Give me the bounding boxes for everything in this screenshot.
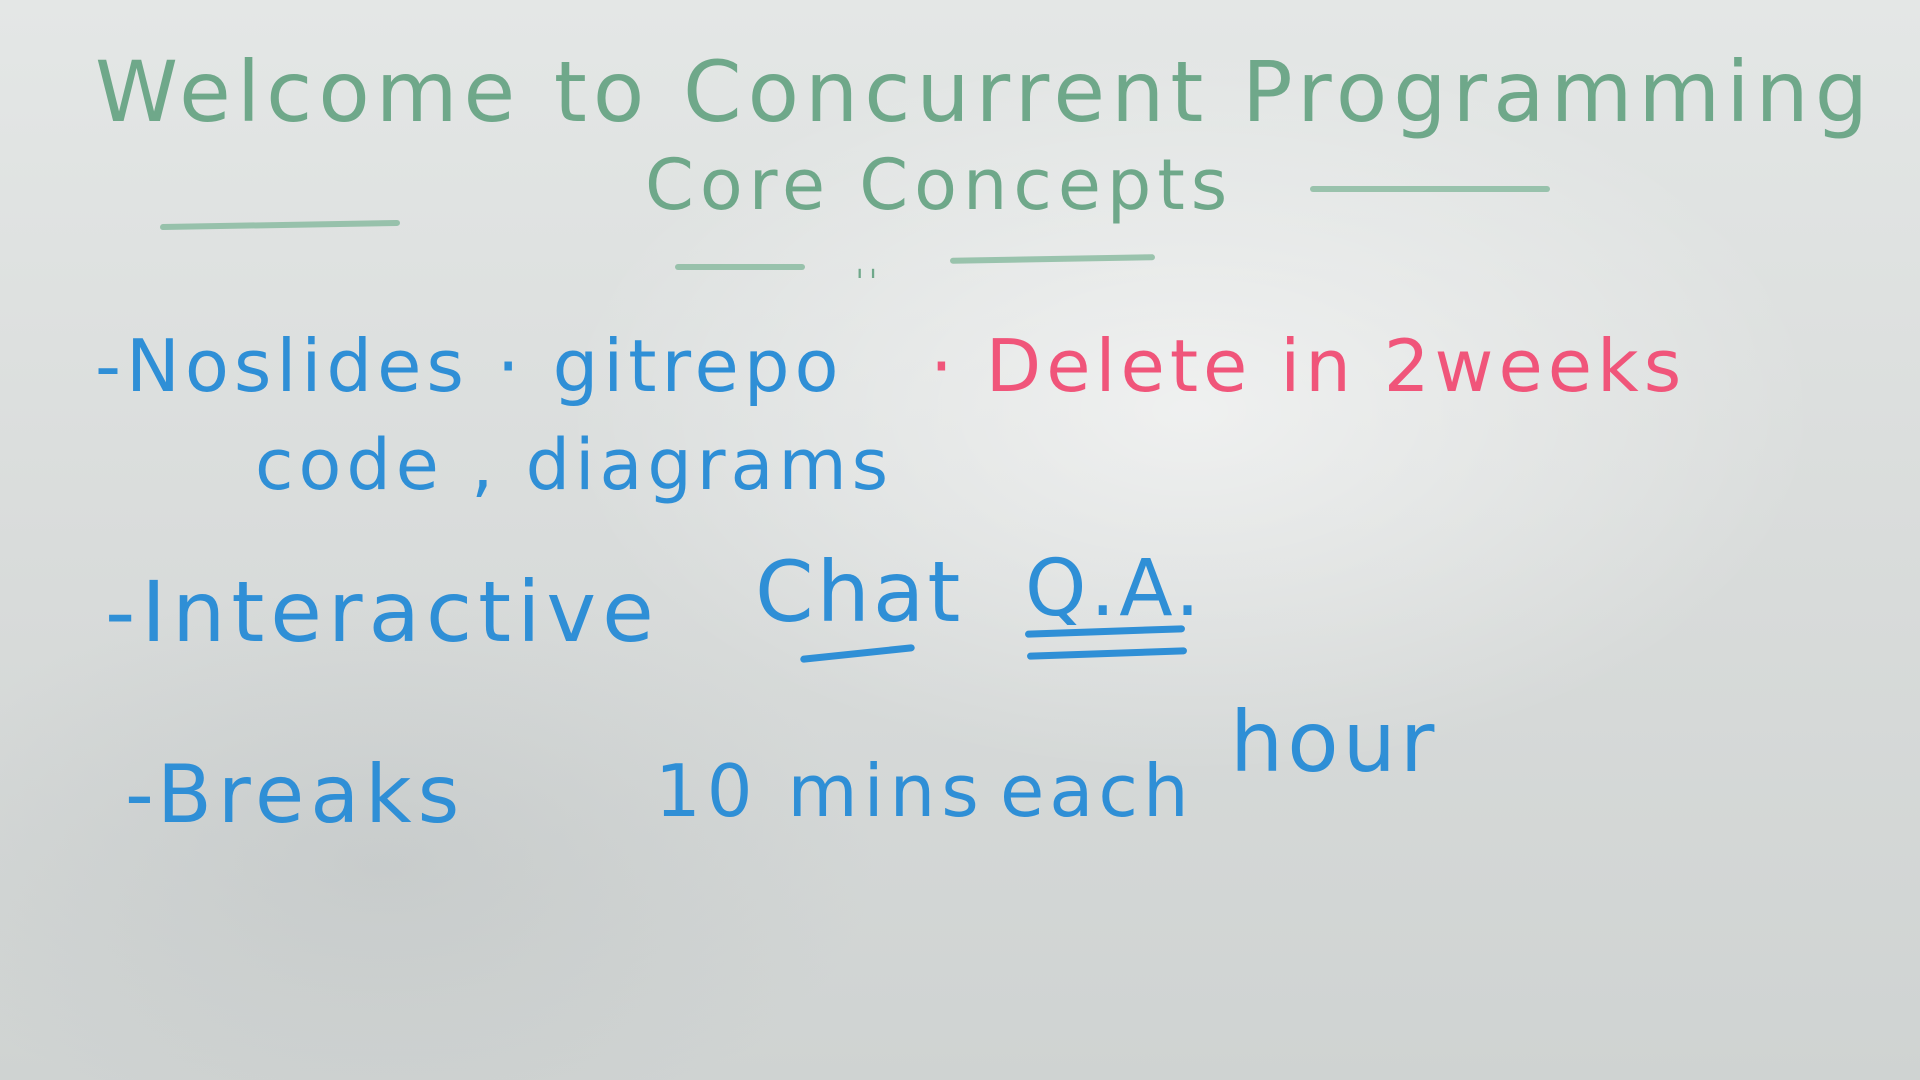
item-breaks: -Breaks: [125, 748, 466, 841]
board-title: Welcome to Concurrent Programming: [95, 43, 1875, 141]
chat-underline: [799, 644, 916, 663]
board-subtitle: Core Concepts: [645, 144, 1234, 226]
item-qa: Q.A.: [1025, 544, 1204, 634]
item-break-hour: hour: [1230, 693, 1439, 791]
qa-underline: [1026, 647, 1188, 660]
title-tick-marks: ˌˌ: [855, 242, 882, 282]
title-decoration-stroke: [159, 219, 401, 231]
item-break-each: each: [1000, 749, 1194, 833]
title-decoration-stroke: [1310, 186, 1550, 192]
item-code-diagrams: code , diagrams: [255, 424, 894, 506]
item-delete-note: · Delete in 2weeks: [930, 324, 1687, 408]
item-interactive: -Interactive: [105, 563, 660, 661]
title-decoration-stroke: [675, 264, 805, 270]
item-noslides-gitrepo: -Noslides · gitrepo: [95, 324, 844, 408]
item-chat: Chat: [755, 543, 964, 641]
item-break-duration: 10 mins: [655, 749, 985, 833]
title-decoration-stroke: [949, 254, 1156, 264]
whiteboard: Welcome to Concurrent Programming Core C…: [0, 0, 1920, 1080]
